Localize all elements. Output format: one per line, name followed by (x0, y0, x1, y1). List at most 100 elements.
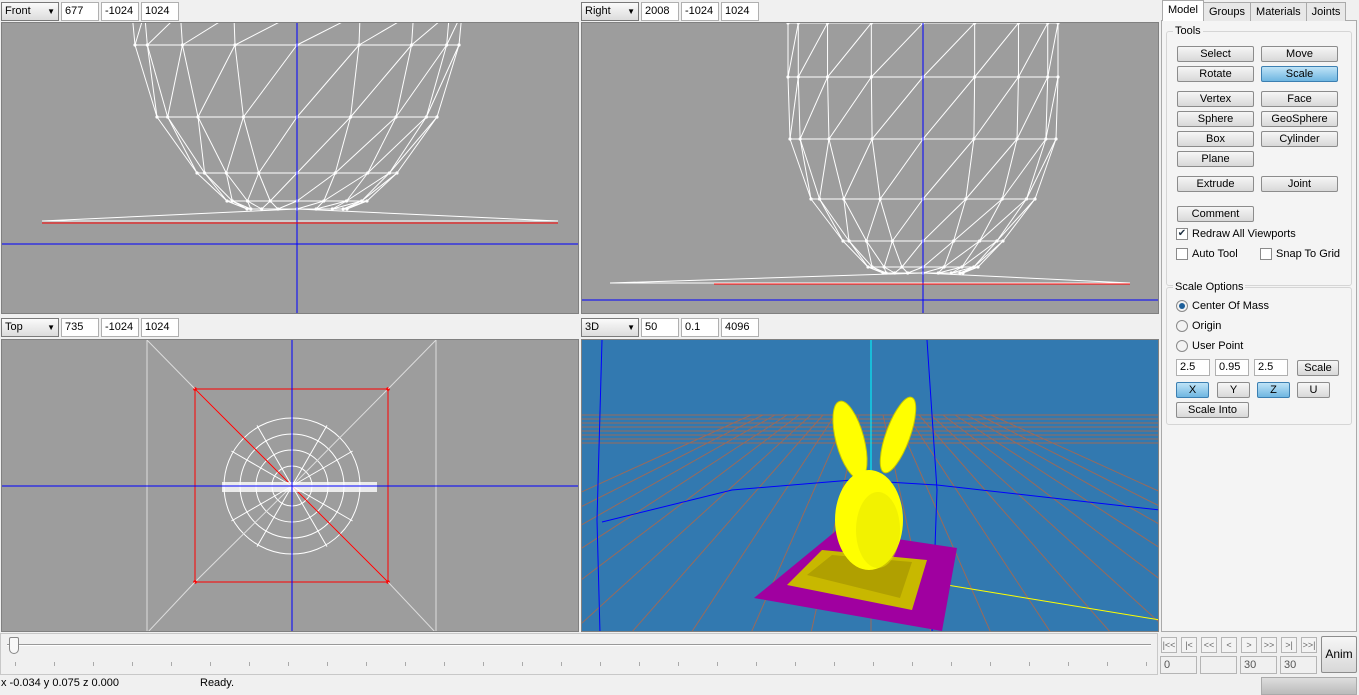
wire-edge (258, 172, 271, 202)
scale-button[interactable]: Scale (1261, 66, 1338, 82)
timeline-tick (1107, 662, 1108, 666)
anim-button[interactable]: Anim (1321, 636, 1357, 673)
next-key-button[interactable]: >| (1281, 637, 1297, 653)
select-button[interactable]: Select (1177, 46, 1254, 62)
far-field[interactable]: 4096 (721, 317, 759, 337)
scale-z-input[interactable]: 2.5 (1254, 359, 1288, 376)
user-point-radio[interactable]: User Point (1176, 340, 1243, 352)
zoom-field[interactable]: 2008 (641, 1, 679, 21)
wire-edge (234, 44, 244, 118)
front-viewport[interactable] (1, 22, 579, 314)
view-select-3d[interactable]: 3D ▼ (581, 317, 639, 337)
fov-field[interactable]: 50 (641, 317, 679, 337)
timeline-track (7, 644, 1151, 646)
move-button[interactable]: Move (1261, 46, 1338, 62)
wire-edge (296, 208, 559, 222)
right-viewport[interactable] (581, 22, 1159, 314)
face-button[interactable]: Face (1261, 91, 1338, 107)
wire-edge (411, 23, 439, 46)
wire-edge (1047, 23, 1059, 78)
view-label: Front (5, 5, 31, 17)
wire-edge (871, 138, 881, 200)
near-field[interactable]: -1024 (101, 1, 139, 21)
redraw-all-checkbox[interactable]: ✔ Redraw All Viewports (1176, 228, 1296, 240)
timeline[interactable] (0, 633, 1158, 675)
wire-edge (922, 76, 976, 140)
axis-u-toggle[interactable]: U (1297, 382, 1330, 398)
axis-x-toggle[interactable]: X (1176, 382, 1209, 398)
wire-edge (234, 23, 279, 46)
last-key-button[interactable]: >>| (1301, 637, 1317, 653)
wire-edge (819, 138, 830, 200)
far-field[interactable]: 1024 (141, 1, 179, 21)
end-frame-field[interactable]: 30 (1240, 656, 1277, 674)
scale-apply-button[interactable]: Scale (1297, 360, 1339, 376)
wire-edge (797, 23, 828, 78)
wire-edge (961, 240, 998, 268)
box-button[interactable]: Box (1177, 131, 1254, 147)
next-frame-button[interactable]: > (1241, 637, 1257, 653)
extrude-button[interactable]: Extrude (1177, 176, 1254, 192)
comment-button[interactable]: Comment (1177, 206, 1254, 222)
wire-edge (148, 581, 196, 631)
zoom-field[interactable]: 677 (61, 1, 99, 21)
wire-edge (871, 76, 924, 140)
3d-viewport[interactable] (581, 339, 1159, 632)
wire-edge (194, 485, 293, 583)
snap-to-grid-checkbox[interactable]: Snap To Grid (1260, 248, 1340, 260)
tools-group: Tools Select Move Rotate Scale Vertex Fa… (1166, 25, 1352, 286)
fast-forward-button[interactable]: >> (1261, 637, 1277, 653)
start-frame-field[interactable]: 0 (1160, 656, 1197, 674)
wire-edge (243, 44, 298, 118)
geosphere-button[interactable]: GeoSphere (1261, 111, 1338, 127)
wire-edge (367, 116, 397, 174)
top-viewport[interactable] (1, 339, 579, 632)
tab-model[interactable]: Model (1162, 0, 1204, 21)
tab-groups[interactable]: Groups (1202, 2, 1252, 21)
near-field[interactable]: -1024 (101, 317, 139, 337)
tab-materials[interactable]: Materials (1250, 2, 1307, 21)
view-select-front[interactable]: Front ▼ (1, 1, 59, 21)
zoom-field[interactable]: 735 (61, 317, 99, 337)
plane-button[interactable]: Plane (1177, 151, 1254, 167)
scale-x-input[interactable]: 2.5 (1176, 359, 1210, 376)
wire-edge (922, 23, 976, 78)
timeline-tick (327, 662, 328, 666)
rotate-button[interactable]: Rotate (1177, 66, 1254, 82)
timeline-slider-thumb[interactable] (9, 637, 19, 654)
right-viewport-toolbar: Right ▼ 2008 -1024 1024 (580, 0, 759, 22)
wire-edge (865, 198, 881, 242)
tab-joints[interactable]: Joints (1305, 2, 1347, 21)
wire-edge (787, 76, 791, 140)
wire-edge (842, 240, 869, 268)
view-select-right[interactable]: Right ▼ (581, 1, 639, 21)
auto-tool-checkbox[interactable]: Auto Tool (1176, 248, 1238, 260)
sphere-button[interactable]: Sphere (1177, 111, 1254, 127)
rewind-button[interactable]: << (1201, 637, 1217, 653)
snap-to-grid-label: Snap To Grid (1276, 248, 1341, 260)
axis-z-toggle[interactable]: Z (1257, 382, 1290, 398)
joint-button[interactable]: Joint (1261, 176, 1338, 192)
wire-edge (387, 581, 435, 631)
scale-into-button[interactable]: Scale Into (1176, 402, 1249, 418)
prev-key-button[interactable]: |< (1181, 637, 1197, 653)
near-field[interactable]: 0.1 (681, 317, 719, 337)
current-frame-field[interactable] (1200, 656, 1237, 674)
wire-edge (261, 200, 271, 210)
far-field[interactable]: 1024 (141, 317, 179, 337)
first-key-button[interactable]: |<< (1161, 637, 1177, 653)
cylinder-button[interactable]: Cylinder (1261, 131, 1338, 147)
axis-y-toggle[interactable]: Y (1217, 382, 1250, 398)
prev-frame-button[interactable]: < (1221, 637, 1237, 653)
far-field[interactable]: 1024 (721, 1, 759, 21)
origin-radio[interactable]: Origin (1176, 320, 1221, 332)
view-select-top[interactable]: Top ▼ (1, 317, 59, 337)
near-field[interactable]: -1024 (681, 1, 719, 21)
timeline-tick (873, 662, 874, 666)
center-of-mass-radio[interactable]: Center Of Mass (1176, 300, 1269, 312)
vertex-button[interactable]: Vertex (1177, 91, 1254, 107)
scale-y-input[interactable]: 0.95 (1215, 359, 1249, 376)
wire-edge (332, 200, 347, 210)
auto-tool-label: Auto Tool (1192, 248, 1238, 260)
total-frames-field[interactable]: 30 (1280, 656, 1317, 674)
